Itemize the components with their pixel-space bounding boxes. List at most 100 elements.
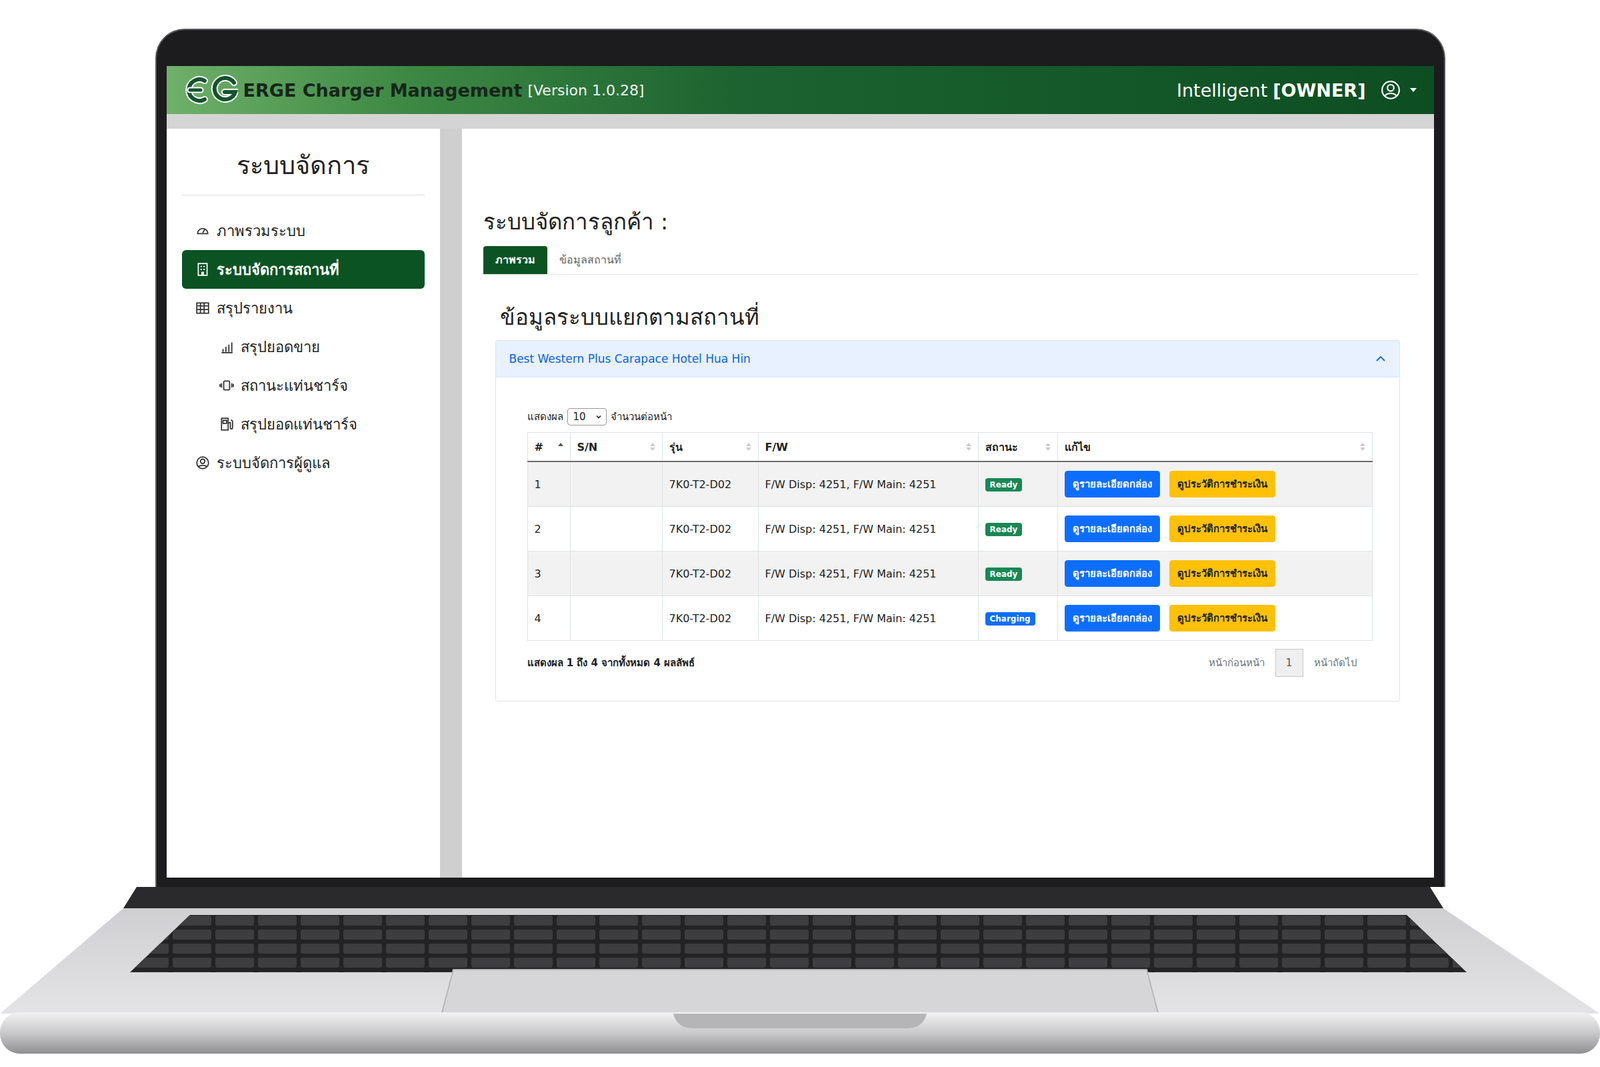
sort-icon [746,442,752,451]
action-button[interactable]: ดูรายละเอียดกล่อง [1064,604,1160,632]
sidebar-item-label: สรุปรายงาน [216,296,293,320]
table-footer: แสดงผล 1 ถึง 4 จากทั้งหมด 4 ผลลัพธ์ หน้า… [527,648,1368,677]
user-circle-icon [1380,80,1401,100]
table-row: 1 7K0-T2-D02F/W Disp: 4251, F/W Main: 425… [527,461,1372,507]
next-page[interactable]: หน้าถัดไป [1314,654,1358,671]
cell-actions: ดูรายละเอียดกล่อง ดูประวัติการชำระเงิน [1057,461,1372,507]
action-button[interactable]: ดูรายละเอียดกล่อง [1064,515,1160,542]
sidebar-subitem[interactable]: สรุปยอดแท่นชาร์จ [182,404,425,444]
cell-model: 7K0-T2-D02 [662,506,758,552]
status-badge: Ready [985,522,1023,536]
accordion-header[interactable]: Best Western Plus Carapace Hotel Hua Hin [496,340,1400,378]
plug-icon [219,378,234,393]
action-button[interactable]: ดูรายละเอียดกล่อง [1064,560,1160,587]
app-title: ERGE Charger Management [243,80,523,101]
column-header[interactable]: แก้ไข [1057,432,1372,462]
action-button[interactable]: ดูประวัติการชำระเงิน [1169,470,1276,498]
section-title: ข้อมูลระบบแยกตามสถานที่ [500,304,1419,331]
chargers-table: # S/N รุ่น F/W สถานะ แก้ไข 17K0-T2-D02F/… [527,432,1373,641]
cell-sn [570,506,662,552]
user-name: Intelligent [1176,80,1268,101]
column-header[interactable]: S/N [570,432,662,462]
column-header[interactable]: F/W [758,432,978,462]
table-header-row: # S/N รุ่น F/W สถานะ แก้ไข [527,432,1372,462]
length-label: แสดงผล [527,408,564,425]
building-icon [195,262,210,277]
top-bar: ERGE Charger Management [Version 1.0.28]… [166,66,1434,114]
sort-icon [1360,442,1366,451]
sort-icon [558,442,564,451]
cell-status: Ready [978,506,1058,552]
sort-icon [650,442,656,451]
sort-icon [1045,442,1051,451]
user-role: [OWNER] [1272,80,1366,101]
screen: ERGE Charger Management [Version 1.0.28]… [166,66,1434,878]
table-row: 37K0-T2-D02F/W Disp: 4251, F/W Main: 425… [527,551,1372,596]
column-header[interactable]: # [527,432,570,462]
cell-model: 7K0-T2-D02 [662,596,758,641]
cell-status: Charging [978,596,1058,641]
sidebar-item[interactable]: ระบบจัดการผู้ดูแล [182,443,425,482]
status-badge: Ready [985,478,1023,492]
tab[interactable]: ภาพรวม [483,246,548,274]
laptop-lid: ERGE Charger Management [Version 1.0.28]… [155,28,1446,887]
sidebar-item-label: สรุปยอดขาย [240,335,320,359]
action-button[interactable]: ดูรายละเอียดกล่อง [1064,470,1160,498]
user-menu[interactable]: Intelligent [OWNER] [1176,80,1416,101]
sidebar-subitem[interactable]: สถานะแท่นชาร์จ [182,366,425,405]
action-button[interactable]: ดูประวัติการชำระเงิน [1169,515,1276,542]
sidebar-subitem[interactable]: สรุปยอดขาย [182,327,425,366]
length-suffix: จำนวนต่อหน้า [610,408,672,425]
erge-logo-icon [182,74,238,106]
cell-number: 3 [527,551,570,596]
cell-firmware: F/W Disp: 4251, F/W Main: 4251 [758,461,978,507]
cell-status: Ready [978,461,1058,507]
status-badge: Charging [985,612,1036,626]
table-row: 4 7K0-T2-D02F/W Disp: 4251, F/W Main: 425… [527,596,1372,641]
column-header[interactable]: สถานะ [978,432,1058,462]
cell-number: 4 [527,596,570,641]
page-title: ระบบจัดการลูกค้า : [483,208,1419,236]
cell-model: 7K0-T2-D02 [662,461,758,507]
brand[interactable]: ERGE Charger Management [Version 1.0.28] [182,74,645,106]
tab-bar: ภาพรวมข้อมูลสถานที่ [483,246,1419,275]
tab[interactable]: ข้อมูลสถานที่ [547,246,634,274]
cell-firmware: F/W Disp: 4251, F/W Main: 4251 [758,596,978,641]
gauge-icon [195,223,210,238]
cell-sn [570,551,662,596]
column-header[interactable]: รุ่น [662,432,758,462]
sidebar-item-label: ระบบจัดการสถานที่ [216,258,340,282]
cell-number: 1 [527,461,570,507]
main-area: ระบบจัดการ ภาพรวมระบบ ระบบจัดการสถานที่ … [166,128,1434,878]
previous-page[interactable]: หน้าก่อนหน้า [1208,654,1265,671]
sidebar: ระบบจัดการ ภาพรวมระบบ ระบบจัดการสถานที่ … [166,128,440,878]
table-info: แสดงผล 1 ถึง 4 จากทั้งหมด 4 ผลลัพธ์ [527,654,696,671]
sort-icon [966,442,972,451]
sidebar-item-label: ภาพรวมระบบ [216,219,306,243]
sidebar-item-label: สถานะแท่นชาร์จ [240,374,348,398]
sidebar-title: ระบบจัดการ [166,128,440,186]
sidebar-item[interactable]: ระบบจัดการสถานที่ [182,250,425,289]
page-number[interactable]: 1 [1275,648,1304,677]
sidebar-item[interactable]: สรุปรายงาน [182,288,425,328]
chevron-icon [1375,353,1386,364]
sidebar-divider [440,128,462,878]
content: ระบบจัดการลูกค้า : ภาพรวมข้อมูลสถานที่ ข… [462,128,1434,878]
laptop-base [0,886,1600,1067]
sidebar-item-label: ระบบจัดการผู้ดูแล [216,451,330,475]
cell-actions: ดูรายละเอียดกล่อง ดูประวัติการชำระเงิน [1057,506,1372,552]
sidebar-item-label: สรุปยอดแท่นชาร์จ [240,412,358,436]
cell-status: Ready [978,551,1058,596]
header-strip [166,114,1434,129]
action-button[interactable]: ดูประวัติการชำระเงิน [1169,604,1276,632]
app-version: [Version 1.0.28] [527,82,644,99]
sidebar-item[interactable]: ภาพรวมระบบ [182,211,425,250]
action-button[interactable]: ดูประวัติการชำระเงิน [1169,560,1276,587]
site-accordion: Best Western Plus Carapace Hotel Hua Hin… [495,340,1400,702]
user-icon [195,455,210,470]
desktop: ERGE Charger Management [Version 1.0.28]… [0,0,1600,1067]
status-badge: Ready [985,567,1023,581]
chevron-down-icon [595,413,602,420]
length-select[interactable]: 10 [567,408,607,426]
table-icon [195,300,210,316]
